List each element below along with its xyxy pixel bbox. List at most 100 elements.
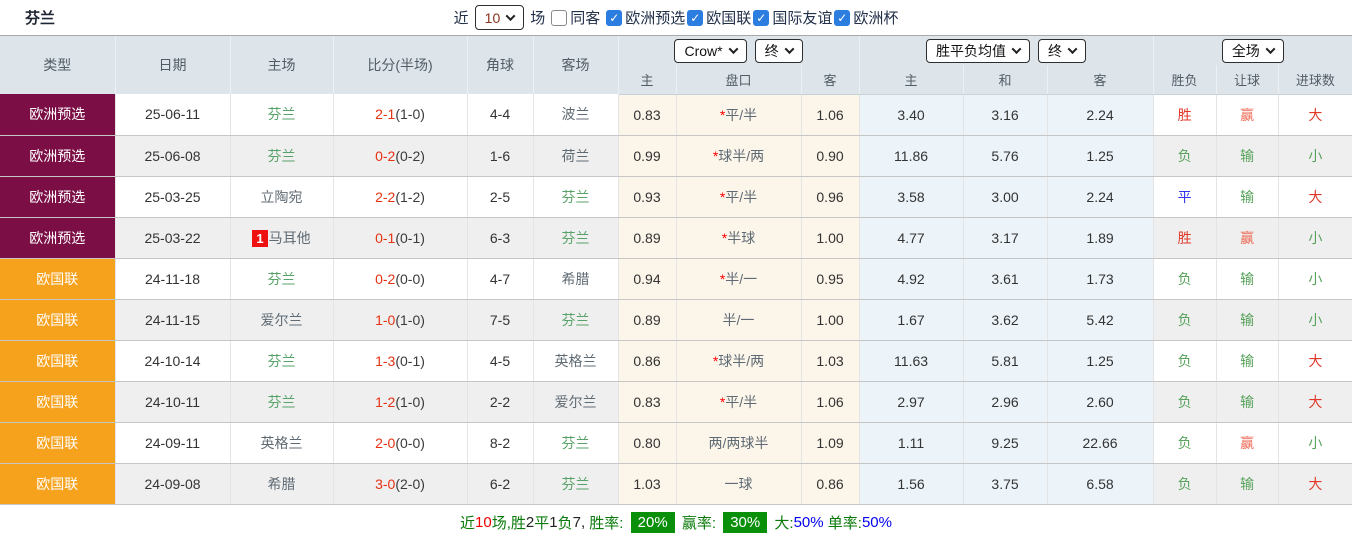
halftime-score: (1-2) [395,189,425,205]
result-cell: 负 [1153,258,1216,299]
summary-part: 赢率: [678,512,721,533]
away-team-name: 芬兰 [562,189,590,205]
date-cell: 25-03-25 [115,176,230,217]
subheader-handicap: 让球 [1216,65,1278,94]
handicap-result-cell: 输 [1216,258,1278,299]
away-team-cell: 英格兰 [533,340,618,381]
result-value: 负 [1178,148,1192,164]
corner-cell: 6-2 [467,463,533,504]
filter-checkbox-国际友谊[interactable]: ✓国际友谊 [753,7,832,28]
ah-line-text: 平/半 [725,107,757,123]
ah-home-odds-cell: 0.93 [618,176,676,217]
chevron-down-icon [784,44,794,54]
col-header-corner: 角球 [467,36,533,94]
summary-part: 1 [549,514,557,531]
scope-select[interactable]: 全场 [1222,39,1284,63]
ah-home-odds-cell: 0.99 [618,135,676,176]
goals-result-value: 小 [1308,435,1322,451]
corner-cell: 2-5 [467,176,533,217]
filter-checkbox-欧国联[interactable]: ✓欧国联 [687,7,751,28]
summary-part: 负 [558,512,573,533]
ah-line-text: 半/一 [723,312,755,328]
odds-section-header: 胜平负均值 终 [859,36,1153,65]
away-team-cell: 荷兰 [533,135,618,176]
subheader-odds-away: 客 [1047,65,1153,94]
odds-home-cell: 1.67 [859,299,963,340]
filter-label: 欧洲预选 [625,7,685,28]
goals-result-value: 大 [1308,353,1322,369]
ah-line-cell: *球半/两 [676,340,801,381]
ah-line-cell: *平/半 [676,176,801,217]
table-row: 欧国联 24-09-11 英格兰 2-0(0-0) 8-2 芬兰 0.80 两/… [0,422,1352,463]
ah-home-odds-cell: 0.83 [618,94,676,135]
ah-line-text: 一球 [725,476,753,492]
home-team-name: 希腊 [268,476,296,492]
score-cell: 0-2(0-0) [333,258,467,299]
competition-cell: 欧洲预选 [0,176,115,217]
competition-cell: 欧洲预选 [0,94,115,135]
filter-checkbox-欧洲杯[interactable]: ✓欧洲杯 [834,7,898,28]
recent-count-select[interactable]: 10 [475,5,525,30]
table-row: 欧国联 24-11-18 芬兰 0-2(0-0) 4-7 希腊 0.94 *半/… [0,258,1352,299]
date-cell: 25-06-11 [115,94,230,135]
subheader-odds-home: 主 [859,65,963,94]
away-team-name: 希腊 [562,271,590,287]
odds-home-cell: 3.40 [859,94,963,135]
summary-part: 场,胜 [492,512,526,533]
halftime-score: (2-0) [395,476,425,492]
home-team-cell: 芬兰 [230,94,333,135]
corner-cell: 4-7 [467,258,533,299]
recent-label: 近 [454,7,469,28]
handicap-result-cell: 输 [1216,135,1278,176]
away-team-cell: 芬兰 [533,176,618,217]
table-header: 类型 日期 主场 比分(半场) 角球 客场 Crow* 终 [0,36,1352,94]
subheader-goals: 进球数 [1278,65,1352,94]
score-cell: 0-2(0-2) [333,135,467,176]
handicap-result-cell: 输 [1216,340,1278,381]
ah-away-odds-cell: 0.90 [801,135,859,176]
filter-label: 国际友谊 [772,7,832,28]
goals-result-cell: 大 [1278,94,1352,135]
fulltime-score: 0-1 [375,230,395,246]
bookmaker-time-select[interactable]: 终 [755,39,803,63]
checkbox-icon: ✓ [687,10,703,26]
bookmaker-select[interactable]: Crow* [674,39,746,63]
away-team-name: 芬兰 [562,435,590,451]
handicap-result-value: 赢 [1240,107,1254,123]
summary-part: 10 [475,514,492,531]
result-value: 负 [1178,312,1192,328]
topbar-controls: 近 10 场 同客 ✓欧洲预选✓欧国联✓国际友谊✓欧洲杯 [454,5,899,30]
competition-cell: 欧国联 [0,381,115,422]
corner-cell: 2-2 [467,381,533,422]
result-value: 负 [1178,394,1192,410]
same-venue-checkbox[interactable]: 同客 [551,7,600,28]
matches-table: 类型 日期 主场 比分(半场) 角球 客场 Crow* 终 [0,36,1352,505]
date-cell: 24-11-18 [115,258,230,299]
score-cell: 2-0(0-0) [333,422,467,463]
ah-line-cell: *半/一 [676,258,801,299]
result-cell: 负 [1153,299,1216,340]
competition-cell: 欧国联 [0,422,115,463]
away-team-cell: 芬兰 [533,299,618,340]
handicap-result-value: 输 [1240,476,1254,492]
fulltime-score: 1-0 [375,312,395,328]
home-team-cell: 英格兰 [230,422,333,463]
away-team-name: 芬兰 [562,312,590,328]
summary-part: 大: [770,512,793,533]
away-team-name: 波兰 [562,106,590,122]
home-team-name: 芬兰 [268,353,296,369]
bookmaker-time-value: 终 [765,41,779,61]
summary-part: 50% [862,514,892,531]
fulltime-score: 3-0 [375,476,395,492]
checkbox-icon: ✓ [753,10,769,26]
filter-checkbox-欧洲预选[interactable]: ✓欧洲预选 [606,7,685,28]
ah-line-cell: *平/半 [676,94,801,135]
odds-type-select[interactable]: 胜平负均值 [926,39,1030,63]
date-cell: 24-11-15 [115,299,230,340]
handicap-result-value: 输 [1240,271,1254,287]
odds-time-select[interactable]: 终 [1038,39,1086,63]
competition-cell: 欧洲预选 [0,217,115,258]
summary-part: 50% [794,514,824,531]
date-cell: 24-10-14 [115,340,230,381]
ah-home-odds-cell: 0.86 [618,340,676,381]
